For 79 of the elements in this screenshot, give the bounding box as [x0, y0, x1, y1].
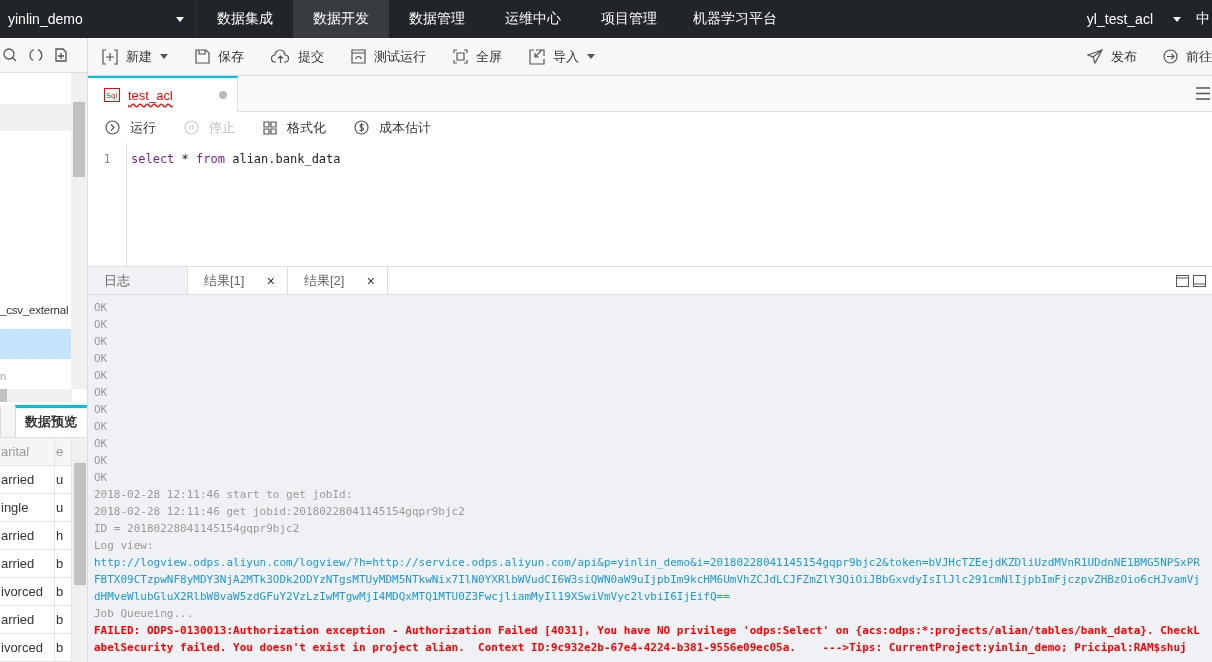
grid-icon: [263, 120, 277, 135]
arrow-circle-icon: [1163, 49, 1178, 64]
log-line: OK: [94, 317, 109, 333]
add-icon: [102, 48, 118, 65]
nav-tab[interactable]: 数据开发: [293, 0, 389, 38]
add-file-icon[interactable]: [55, 47, 67, 62]
log-line: OK: [94, 470, 109, 486]
log-line: 2018-02-28 12:11:46 get jobid:20180228041145154gqpr9bjc2: [94, 504, 466, 520]
log-line: OK: [94, 402, 109, 418]
result-tab[interactable]: 日志: [88, 267, 188, 294]
log-line: OK: [94, 419, 109, 435]
search-icon[interactable]: [3, 47, 17, 62]
scrollbar[interactable]: [71, 72, 87, 389]
log-line: ID = 20180228041145154gqpr9bjc2: [94, 521, 301, 537]
log-line: 2018-02-28 12:11:46 start to get jobId:: [94, 487, 354, 503]
table-cell: ivorced: [0, 634, 55, 662]
table-cell: arried: [0, 522, 55, 550]
table-cell: arried: [0, 606, 55, 634]
import-button[interactable]: 导入: [529, 47, 595, 66]
save-button[interactable]: 保存: [195, 47, 244, 66]
nav-tab[interactable]: 项目管理: [581, 0, 677, 38]
run-button[interactable]: 运行: [105, 118, 156, 137]
caret-icon: [160, 54, 168, 59]
refresh-icon[interactable]: [29, 47, 43, 62]
log-line: Job Queueing...: [94, 606, 195, 622]
caret-icon: [176, 16, 184, 22]
cost-button[interactable]: 成本估计: [354, 118, 431, 137]
log-line: Log view:: [94, 538, 155, 554]
user-menu[interactable]: yl_test_acl: [1086, 0, 1195, 38]
close-icon[interactable]: ×: [366, 272, 375, 289]
log-line: OK: [94, 300, 109, 316]
fullscreen-button[interactable]: 全屏: [453, 47, 502, 66]
line-number: 1: [102, 152, 112, 166]
dollar-circle-icon: [354, 120, 369, 135]
code-line: select * from alian.bank_data: [131, 152, 341, 166]
log-line: OK: [94, 334, 109, 350]
window-icon: [351, 49, 366, 64]
log-line: OK: [94, 368, 109, 384]
nav-tab[interactable]: 数据管理: [389, 0, 485, 38]
log-line: OK: [94, 436, 109, 452]
caret-icon: [1173, 16, 1181, 22]
menu-icon[interactable]: [1196, 87, 1210, 100]
nav-tab[interactable]: 机器学习平台: [677, 0, 793, 38]
log-line: OK: [94, 351, 109, 367]
table-cell: arried: [0, 466, 55, 494]
close-icon[interactable]: ×: [266, 272, 275, 289]
test-button[interactable]: 测试运行: [351, 47, 426, 66]
language-button[interactable]: 中: [1195, 0, 1210, 38]
scrollbar[interactable]: [72, 438, 87, 662]
restore-icon[interactable]: [1176, 274, 1189, 287]
nav-tab[interactable]: 运维中心: [485, 0, 581, 38]
log-line: OK: [94, 453, 109, 469]
paper-plane-icon: [1087, 49, 1103, 64]
save-icon: [195, 49, 210, 64]
table-cell: arried: [0, 550, 55, 578]
column-header: e: [55, 438, 72, 466]
table-cell: ivorced: [0, 578, 55, 606]
maximize-icon[interactable]: [1193, 274, 1206, 287]
format-button[interactable]: 格式化: [263, 118, 326, 137]
import-icon: [529, 48, 545, 65]
panel-tab[interactable]: 数据预览: [14, 404, 87, 437]
fullscreen-icon: [453, 49, 468, 64]
goto-button[interactable]: 前往: [1163, 47, 1212, 66]
pause-circle-icon: [184, 120, 199, 135]
log-line: FAILED: ODPS-0130013:Authorization exception - Authorization Failed [4031], You have NO privilege 'odps:Select' on {acs:odps:*:projects/alian/tables/bank_data}. CheckLabelSecurity failed. You doesn't exist in project alian. Context ID:9c932e2b-67e4-4224-b381-9556e09ec05a. --->Tips: CurrentProject:yinlin_demo; Pricipal:RAM$shuj: [94, 623, 1200, 656]
submit-button[interactable]: 提交: [271, 47, 324, 66]
nav-tab[interactable]: 数据集成: [197, 0, 293, 38]
tree-item[interactable]: _csv_external: [0, 296, 72, 323]
log-line: OK: [94, 385, 109, 401]
file-tab-title: test_acl: [128, 87, 174, 103]
caret-icon: [587, 54, 595, 59]
horizontal-scrollbar[interactable]: [0, 388, 72, 402]
column-header: arital: [0, 438, 55, 466]
tree-row-highlight: [0, 103, 72, 131]
play-circle-icon: [105, 120, 120, 135]
new-button[interactable]: 新建: [102, 47, 168, 66]
table-cell: ingle: [0, 494, 55, 522]
publish-button[interactable]: 发布: [1087, 47, 1137, 66]
cloud-upload-icon: [271, 49, 290, 64]
